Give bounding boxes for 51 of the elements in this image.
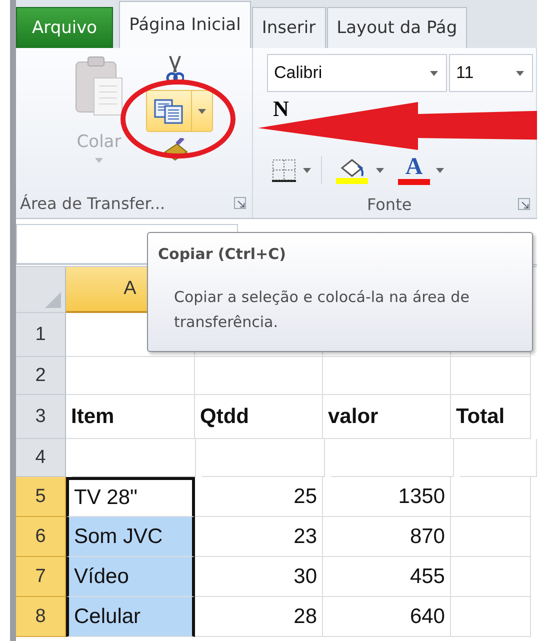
bold-button[interactable]: N [267,99,295,118]
table-cell: Total [451,395,531,439]
table-cell: Som JVC [66,517,195,557]
dialog-launcher-icon[interactable] [234,197,246,209]
caret-icon [430,70,438,76]
table-cell: TV 28" [66,477,195,517]
row-header[interactable]: 2 [16,357,66,395]
caret-icon [516,70,524,76]
table-cell: 28 [195,597,323,637]
triangle-icon [45,292,61,308]
table-cell: Qtdd [195,395,323,439]
caret-icon [303,168,311,172]
font-name-dropdown[interactable]: Calibri [267,54,447,92]
color-bar [398,179,430,185]
caret-icon [198,108,206,114]
row-header[interactable]: 4 [16,439,66,477]
table-cell: Vídeo [66,557,195,597]
caret-icon [376,168,384,172]
table-cell: 870 [323,517,451,557]
caret-icon [436,168,444,172]
table-cell: 1350 [323,477,451,517]
table-cell: 640 [323,597,451,637]
ribbon-tab[interactable]: Layout da Pág [326,7,468,48]
clipboard-icon [74,56,124,116]
font-color-button[interactable]: A [394,155,448,185]
group-label: Fonte [367,194,412,214]
table-cell: valor [323,395,451,439]
row-header[interactable]: 7 [16,557,66,597]
borders-icon [271,158,297,182]
ribbon-tab[interactable]: Página Inicial [119,1,251,48]
group-label: Área de Transfer... [20,194,166,212]
caret-icon [95,158,103,163]
row-header[interactable]: 8 [16,597,66,637]
table-cell: Item [66,395,195,439]
copy-icon [153,98,185,124]
copy-button[interactable] [146,90,213,132]
table-cell: 455 [323,557,451,597]
ribbon-tab[interactable]: Inserir [252,7,326,48]
row-header[interactable]: 1 [16,313,66,357]
table-cell: 30 [195,557,323,597]
file-tab[interactable]: Arquivo [16,7,114,48]
table-cell: 25 [195,477,323,517]
tooltip-title: Copiar (Ctrl+C) [158,245,287,263]
row-header[interactable]: 6 [16,517,66,557]
font-size-dropdown[interactable]: 11 [449,54,533,92]
table-cell: 23 [195,517,323,557]
row-header[interactable]: 3 [16,395,66,439]
row-header[interactable]: 5 [16,477,66,517]
dialog-launcher-icon[interactable] [518,198,530,210]
paint-bucket-icon [336,156,370,184]
table-cell: Celular [66,597,195,637]
